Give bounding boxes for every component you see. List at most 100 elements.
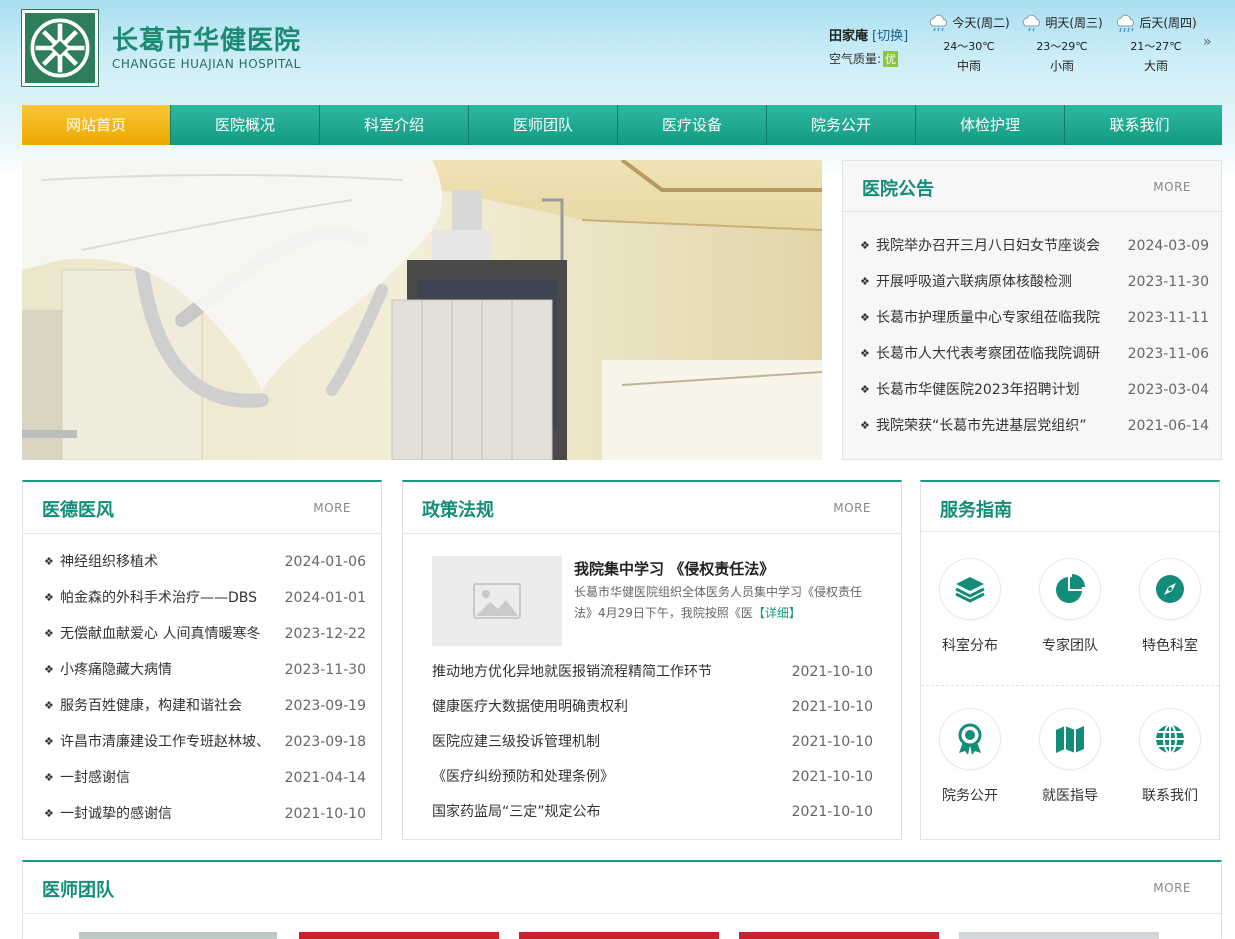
list-item-title[interactable]: 许昌市清廉建设工作专班赵林坡、 — [60, 724, 275, 760]
diamond-bullet-icon: ❖ — [44, 771, 54, 784]
service-guide-header: 服务指南 — [921, 482, 1219, 532]
list-item-date: 2021-10-10 — [791, 769, 873, 785]
policy-more-link[interactable]: MORE — [833, 501, 871, 515]
list-item[interactable]: ❖ 服务百姓健康，构建和谐社会 2023-09-19 — [44, 688, 366, 724]
guide-item-experts[interactable]: 专家团队 — [1030, 559, 1110, 655]
diamond-bullet-icon: ❖ — [860, 347, 870, 360]
guide-item-contact[interactable]: 联系我们 — [1130, 709, 1210, 805]
doctor-photo[interactable] — [739, 932, 939, 939]
list-item-date: 2021-10-10 — [791, 699, 873, 715]
weather-day-after: 后天(周四) 21～27℃ 大雨 — [1106, 12, 1206, 75]
guide-item-special[interactable]: 特色科室 — [1130, 559, 1210, 655]
list-item[interactable]: ❖ 一封感谢信 2021-04-14 — [44, 760, 366, 796]
heavy-rain-cloud-icon — [1117, 14, 1135, 32]
nav-item-equipment[interactable]: 医疗设备 — [618, 105, 767, 145]
list-item[interactable]: ❖ 许昌市清廉建设工作专班赵林坡、 2023-09-18 — [44, 724, 366, 760]
list-item-title[interactable]: 健康医疗大数据使用明确责权利 — [432, 699, 628, 715]
nav-item-checkup[interactable]: 体检护理 — [916, 105, 1065, 145]
globe-icon — [1156, 724, 1184, 754]
list-item-title[interactable]: 推动地方优化异地就医报销流程精简工作环节 — [432, 664, 712, 680]
list-item-title[interactable]: 《医疗纠纷预防和处理条例》 — [432, 769, 614, 785]
doctor-photo[interactable] — [959, 932, 1159, 939]
guide-item-affairs[interactable]: 院务公开 — [930, 709, 1010, 805]
list-item-title[interactable]: 服务百姓健康，构建和谐社会 — [60, 688, 275, 724]
list-item[interactable]: 国家药监局“三定”规定公布 2021-10-10 — [432, 795, 873, 830]
list-item[interactable]: ❖ 一封诚挚的感谢信 2021-10-10 — [44, 796, 366, 832]
notice-more-link[interactable]: MORE — [1153, 180, 1191, 194]
weather-day-label: 今天(周二) — [952, 16, 1010, 30]
hospital-logo[interactable] — [22, 10, 98, 86]
layers-icon — [955, 577, 985, 603]
list-item-title[interactable]: 医院应建三级投诉管理机制 — [432, 734, 600, 750]
list-item-title[interactable]: 帕金森的外科手术治疗——DBS — [60, 580, 275, 616]
weather-desc: 小雨 — [1049, 59, 1074, 73]
nav-item-departments[interactable]: 科室介绍 — [320, 105, 469, 145]
ethics-panel: 医德医风 MORE ❖ 神经组织移植术 2024-01-06 ❖ 帕金森的外科手术治疗… — [22, 480, 382, 840]
doctor-photo[interactable] — [299, 932, 499, 939]
list-item[interactable]: 医院应建三级投诉管理机制 2021-10-10 — [432, 725, 873, 760]
list-item-title[interactable]: 长葛市华健医院2023年招聘计划 — [876, 372, 1116, 408]
nav-item-overview[interactable]: 医院概况 — [171, 105, 320, 145]
doctor-photo[interactable] — [519, 932, 719, 939]
diamond-bullet-icon: ❖ — [860, 275, 870, 288]
nav-item-contact[interactable]: 联系我们 — [1065, 105, 1214, 145]
nav-item-doctors[interactable]: 医师团队 — [469, 105, 618, 145]
hero-banner-image[interactable] — [22, 160, 822, 460]
list-item[interactable]: ❖ 无偿献血献爱心 人间真情暖寒冬 2023-12-22 — [44, 616, 366, 652]
list-item[interactable]: ❖ 神经组织移植术 2024-01-06 — [44, 544, 366, 580]
list-item-title[interactable]: 我院荣获“长葛市先进基层党组织” — [876, 408, 1116, 444]
guide-item-guidance[interactable]: 就医指导 — [1030, 709, 1110, 805]
doctor-team-header: 医师团队 MORE — [23, 862, 1221, 914]
doctor-photo-strip — [79, 932, 1179, 939]
list-item-date: 2023-11-06 — [1127, 346, 1209, 362]
diamond-bullet-icon: ❖ — [860, 239, 870, 252]
list-item-date: 2021-10-10 — [791, 734, 873, 750]
list-item-title[interactable]: 一封感谢信 — [60, 760, 275, 796]
list-item[interactable]: ❖ 我院举办召开三月八日妇女节座谈会 2024-03-09 — [860, 228, 1209, 264]
list-item[interactable]: 《医疗纠纷预防和处理条例》 2021-10-10 — [432, 760, 873, 795]
list-item-title[interactable]: 长葛市人大代表考察团莅临我院调研 — [876, 336, 1116, 372]
list-item[interactable]: 推动地方优化异地就医报销流程精简工作环节 2021-10-10 — [432, 655, 873, 690]
list-item[interactable]: ❖ 我院荣获“长葛市先进基层党组织” 2021-06-14 — [860, 408, 1209, 444]
guide-item-label: 就医指导 — [1042, 788, 1098, 804]
list-item[interactable]: ❖ 小疼痛隐藏大病情 2023-11-30 — [44, 652, 366, 688]
list-item-date: 2024-01-01 — [284, 590, 366, 606]
guide-item-label: 特色科室 — [1142, 638, 1198, 654]
guide-item-label: 科室分布 — [942, 638, 998, 654]
doctor-team-title: 医师团队 — [42, 880, 114, 901]
list-item[interactable]: ❖ 开展呼吸道六联病原体核酸检测 2023-11-30 — [860, 264, 1209, 300]
list-item-title[interactable]: 小疼痛隐藏大病情 — [60, 652, 275, 688]
list-item-date: 2024-01-06 — [284, 554, 366, 570]
list-item-title[interactable]: 一封诚挚的感谢信 — [60, 796, 275, 832]
list-item-title[interactable]: 我院举办召开三月八日妇女节座谈会 — [876, 228, 1116, 264]
nav-item-home[interactable]: 网站首页 — [22, 105, 171, 145]
weather-next-button[interactable]: » — [1203, 34, 1212, 50]
list-item-date: 2023-11-30 — [1127, 274, 1209, 290]
list-item-title[interactable]: 无偿献血献爱心 人间真情暖寒冬 — [60, 616, 275, 652]
guide-item-label: 联系我们 — [1142, 788, 1198, 804]
main-nav: 网站首页 医院概况 科室介绍 医师团队 医疗设备 院务公开 体检护理 联系我们 — [22, 105, 1222, 145]
list-item-date: 2023-09-18 — [284, 734, 366, 750]
list-item[interactable]: ❖ 长葛市华健医院2023年招聘计划 2023-03-04 — [860, 372, 1209, 408]
doctor-team-more-link[interactable]: MORE — [1153, 881, 1191, 895]
award-icon — [958, 723, 982, 755]
featured-title[interactable]: 我院集中学习 《侵权责任法》 — [574, 558, 774, 579]
list-item[interactable]: 健康医疗大数据使用明确责权利 2021-10-10 — [432, 690, 873, 725]
list-item-title[interactable]: 开展呼吸道六联病原体核酸检测 — [876, 264, 1116, 300]
list-item[interactable]: ❖ 长葛市人大代表考察团莅临我院调研 2023-11-06 — [860, 336, 1209, 372]
list-item-title[interactable]: 长葛市护理质量中心专家组莅临我院 — [876, 300, 1116, 336]
diamond-bullet-icon: ❖ — [860, 419, 870, 432]
list-item-title[interactable]: 国家药监局“三定”规定公布 — [432, 804, 601, 820]
switch-location-link[interactable]: [切换] — [872, 29, 908, 44]
doctor-photo[interactable] — [79, 932, 277, 939]
list-item[interactable]: ❖ 长葛市护理质量中心专家组莅临我院 2023-11-11 — [860, 300, 1209, 336]
featured-detail-link[interactable]: 【详细】 — [753, 606, 801, 620]
list-item-date: 2021-10-10 — [791, 664, 873, 680]
ethics-more-link[interactable]: MORE — [313, 501, 351, 515]
nav-item-affairs[interactable]: 院务公开 — [767, 105, 916, 145]
featured-thumbnail[interactable] — [432, 556, 562, 646]
list-item[interactable]: ❖ 帕金森的外科手术治疗——DBS 2024-01-01 — [44, 580, 366, 616]
image-placeholder-icon — [432, 556, 562, 646]
guide-item-departments[interactable]: 科室分布 — [930, 559, 1010, 655]
list-item-title[interactable]: 神经组织移植术 — [60, 544, 275, 580]
